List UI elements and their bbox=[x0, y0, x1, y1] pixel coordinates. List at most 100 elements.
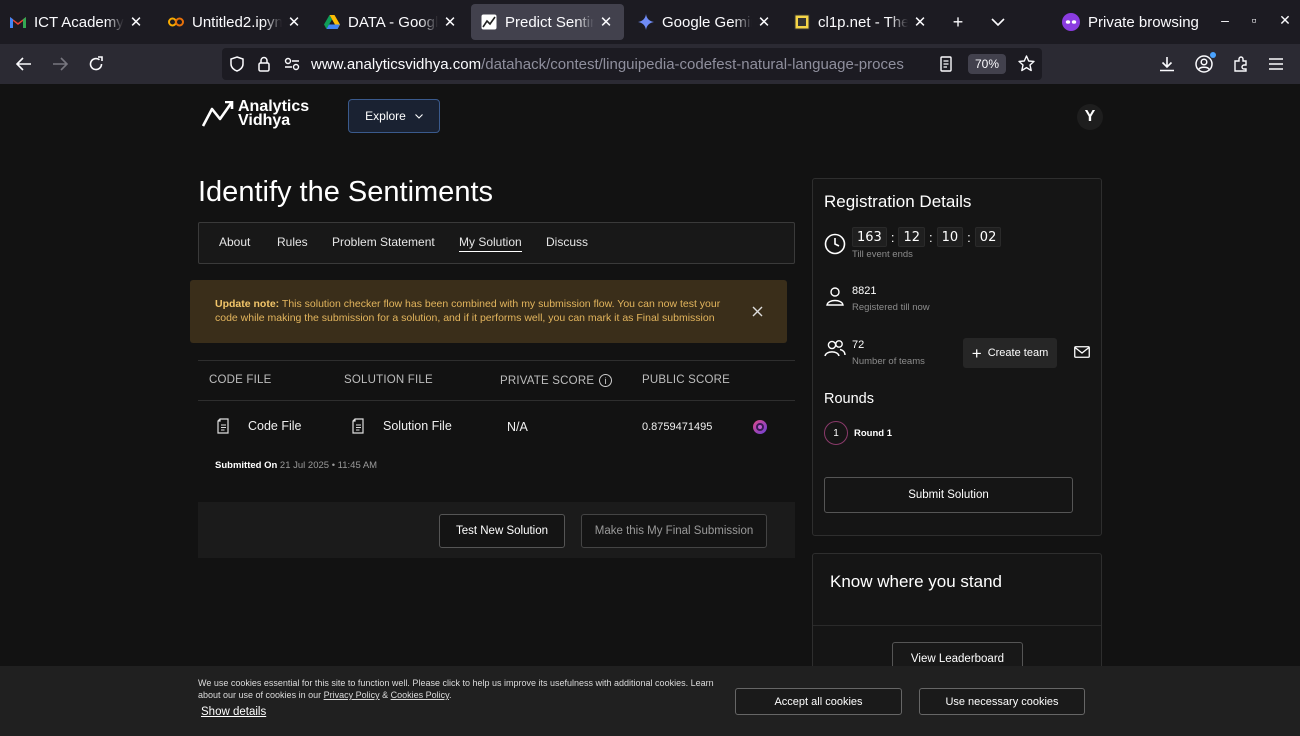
minimize-icon[interactable]: – bbox=[1215, 12, 1235, 28]
extensions-icon[interactable] bbox=[1229, 52, 1253, 76]
new-tab-icon[interactable]: + bbox=[946, 10, 970, 34]
reader-view-icon[interactable] bbox=[940, 56, 952, 77]
window-close-icon[interactable]: ✕ bbox=[1275, 12, 1295, 29]
user-icon bbox=[826, 287, 844, 306]
final-submission-button[interactable]: Make this My Final Submission bbox=[581, 514, 767, 548]
privacy-policy-link[interactable]: Privacy Policy bbox=[324, 690, 380, 700]
downloads-icon[interactable] bbox=[1155, 52, 1179, 76]
browser-tab-predict[interactable]: Predict Sentime ✕ bbox=[471, 4, 624, 40]
header-private-score-label: PRIVATE SCORE bbox=[500, 374, 595, 387]
public-score-value: 0.8759471495 bbox=[642, 421, 713, 433]
bookmark-star-icon[interactable] bbox=[1018, 55, 1035, 77]
browser-tab-untitled[interactable]: Untitled2.ipynb ✕ bbox=[158, 4, 312, 40]
leaderboard-title: Know where you stand bbox=[830, 572, 1002, 591]
users-icon bbox=[824, 340, 846, 357]
submitted-label: Submitted On bbox=[215, 460, 278, 471]
close-icon[interactable]: ✕ bbox=[756, 13, 772, 31]
teams-stat: 72 Number of teams bbox=[824, 339, 925, 367]
browser-nav-bar: www.analyticsvidhya.com/datahack/contest… bbox=[0, 44, 1300, 84]
forward-icon[interactable] bbox=[48, 52, 72, 76]
browser-tab-drive[interactable]: DATA - Google D ✕ bbox=[314, 4, 468, 40]
submit-solution-button[interactable]: Submit Solution bbox=[824, 477, 1073, 513]
round-item[interactable]: 1 Round 1 bbox=[824, 421, 892, 445]
cookie-text-amp: & bbox=[379, 690, 391, 700]
tab-my-solution[interactable]: My Solution bbox=[459, 235, 522, 252]
code-file-label: Code File bbox=[248, 419, 302, 433]
solution-file-link[interactable]: Solution File bbox=[351, 418, 452, 434]
lock-icon[interactable] bbox=[258, 56, 270, 77]
close-icon[interactable]: ✕ bbox=[912, 13, 928, 31]
cl1p-icon bbox=[794, 14, 810, 30]
close-icon[interactable]: ✕ bbox=[286, 13, 302, 31]
show-details-link[interactable]: Show details bbox=[201, 706, 266, 718]
header-code-file: CODE FILE bbox=[209, 374, 272, 386]
explore-button[interactable]: Explore bbox=[348, 99, 440, 133]
info-icon[interactable]: i bbox=[599, 374, 613, 387]
round-number: 1 bbox=[824, 421, 848, 445]
header-solution-file: SOLUTION FILE bbox=[344, 374, 433, 386]
close-icon[interactable]: ✕ bbox=[442, 13, 458, 31]
plus-icon: + bbox=[971, 343, 982, 363]
account-icon[interactable] bbox=[1192, 52, 1216, 76]
user-avatar[interactable]: Y bbox=[1077, 104, 1103, 130]
cookies-policy-link[interactable]: Cookies Policy bbox=[391, 690, 449, 700]
zoom-level-badge[interactable]: 70% bbox=[968, 54, 1006, 74]
accept-all-cookies-button[interactable]: Accept all cookies bbox=[735, 688, 902, 715]
update-note-banner: Update note: This solution checker flow … bbox=[190, 280, 787, 343]
code-file-link[interactable]: Code File bbox=[216, 418, 302, 434]
url-bar[interactable]: www.analyticsvidhya.com/datahack/contest… bbox=[222, 48, 1042, 80]
tab-discuss[interactable]: Discuss bbox=[546, 235, 588, 249]
chart-icon bbox=[481, 14, 497, 30]
update-note-text: Update note: This solution checker flow … bbox=[215, 297, 745, 325]
event-timer: 163 : 12 : 10 : 02 Till event ends bbox=[824, 227, 1002, 260]
browser-tab-bar: ICT Academy of ✕ Untitled2.ipynb ✕ DATA … bbox=[0, 0, 1300, 44]
necessary-cookies-button[interactable]: Use necessary cookies bbox=[919, 688, 1085, 715]
page-content: Analytics Vidhya Explore Y Identify the … bbox=[0, 84, 1300, 736]
browser-tab-gemini[interactable]: Google Gemini ✕ bbox=[628, 4, 782, 40]
submitted-time: 11:45 AM bbox=[337, 460, 378, 471]
timer-label: Till event ends bbox=[852, 249, 913, 260]
solutions-table-header: CODE FILE SOLUTION FILE PRIVATE SCORE i … bbox=[198, 360, 795, 401]
registered-stat: 8821 Registered till now bbox=[824, 285, 930, 313]
tab-rules[interactable]: Rules bbox=[277, 235, 308, 249]
private-browsing-label: Private browsing bbox=[1088, 13, 1199, 31]
registered-label: Registered till now bbox=[852, 302, 930, 313]
tracking-shield-icon[interactable] bbox=[230, 56, 244, 77]
close-icon[interactable]: ✕ bbox=[128, 13, 144, 31]
permissions-icon[interactable] bbox=[284, 57, 300, 76]
tab-problem-statement[interactable]: Problem Statement bbox=[332, 235, 435, 249]
reload-icon[interactable] bbox=[84, 52, 108, 76]
test-new-solution-button[interactable]: Test New Solution bbox=[439, 514, 565, 548]
submitted-on: Submitted On 21 Jul 2025 • 11:45 AM bbox=[215, 460, 377, 471]
private-mask-icon bbox=[1062, 13, 1080, 31]
menu-icon[interactable] bbox=[1264, 52, 1288, 76]
close-icon[interactable]: ✕ bbox=[598, 13, 614, 31]
close-icon[interactable] bbox=[748, 302, 766, 320]
document-icon bbox=[352, 418, 364, 434]
solution-file-label: Solution File bbox=[383, 419, 452, 433]
create-team-button[interactable]: + Create team bbox=[963, 338, 1057, 368]
tab-about[interactable]: About bbox=[219, 235, 250, 249]
browser-tab-ict[interactable]: ICT Academy of ✕ bbox=[0, 4, 154, 40]
colab-icon bbox=[168, 14, 184, 30]
tab-title: DATA - Google D bbox=[348, 13, 438, 31]
update-note-bold: Update note: bbox=[215, 298, 280, 310]
site-logo[interactable]: Analytics Vidhya bbox=[202, 99, 309, 129]
timer-minutes: 12 bbox=[898, 227, 925, 247]
registration-title: Registration Details bbox=[824, 192, 972, 211]
logo-mark-icon bbox=[202, 101, 234, 127]
mail-icon[interactable] bbox=[1073, 343, 1091, 361]
list-tabs-icon[interactable] bbox=[986, 10, 1010, 34]
tab-title: Google Gemini bbox=[662, 13, 752, 31]
timer-seconds: 10 bbox=[936, 227, 964, 247]
cookie-text-dot: . bbox=[448, 690, 452, 700]
back-icon[interactable] bbox=[12, 52, 36, 76]
browser-tab-cl1p[interactable]: cl1p.net - The in ✕ bbox=[784, 4, 938, 40]
url-text[interactable]: www.analyticsvidhya.com/datahack/contest… bbox=[311, 56, 931, 73]
maximize-icon[interactable]: ▫ bbox=[1244, 12, 1264, 28]
contest-tabs: About Rules Problem Statement My Solutio… bbox=[198, 222, 795, 264]
divider bbox=[813, 625, 1101, 626]
header-public-score: PUBLIC SCORE bbox=[642, 374, 731, 386]
radio-selected-icon[interactable] bbox=[753, 420, 767, 434]
tab-title: cl1p.net - The in bbox=[818, 13, 908, 31]
